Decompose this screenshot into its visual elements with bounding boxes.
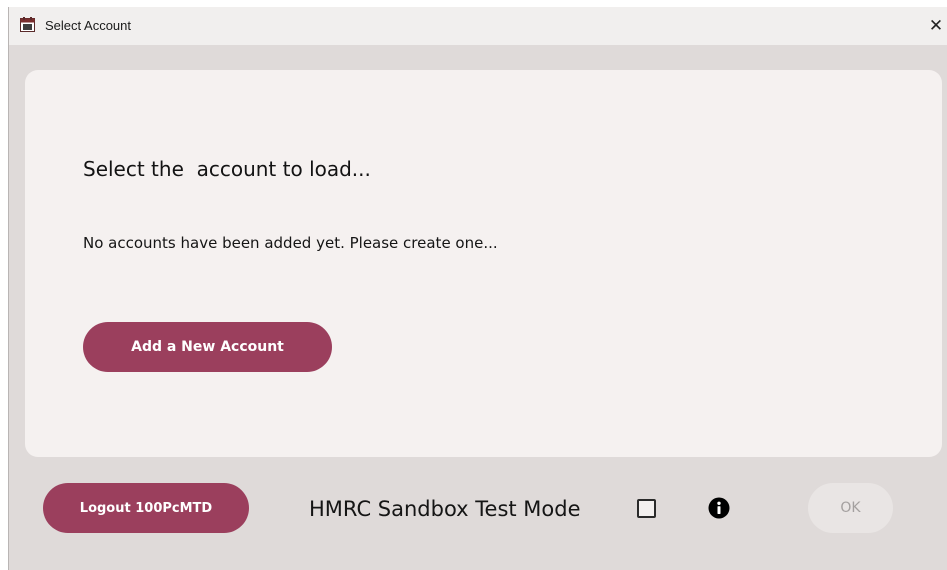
info-icon[interactable] [708,497,730,519]
logout-button[interactable]: Logout 100PcMTD [43,483,249,533]
app-calendar-icon [20,17,35,32]
window-title: Select Account [45,18,131,33]
sandbox-mode-label: HMRC Sandbox Test Mode [309,497,581,521]
no-accounts-message: No accounts have been added yet. Please … [83,234,498,252]
close-icon[interactable]: ✕ [925,13,947,39]
add-new-account-button[interactable]: Add a New Account [83,322,332,372]
sandbox-mode-checkbox[interactable] [637,499,656,518]
account-card: Select the account to load... No account… [25,70,942,457]
select-account-window: Select Account ✕ Select the account to l… [8,7,947,570]
title-bar: Select Account ✕ [9,7,947,45]
ok-button[interactable]: OK [808,483,893,533]
page-title: Select the account to load... [83,157,371,181]
